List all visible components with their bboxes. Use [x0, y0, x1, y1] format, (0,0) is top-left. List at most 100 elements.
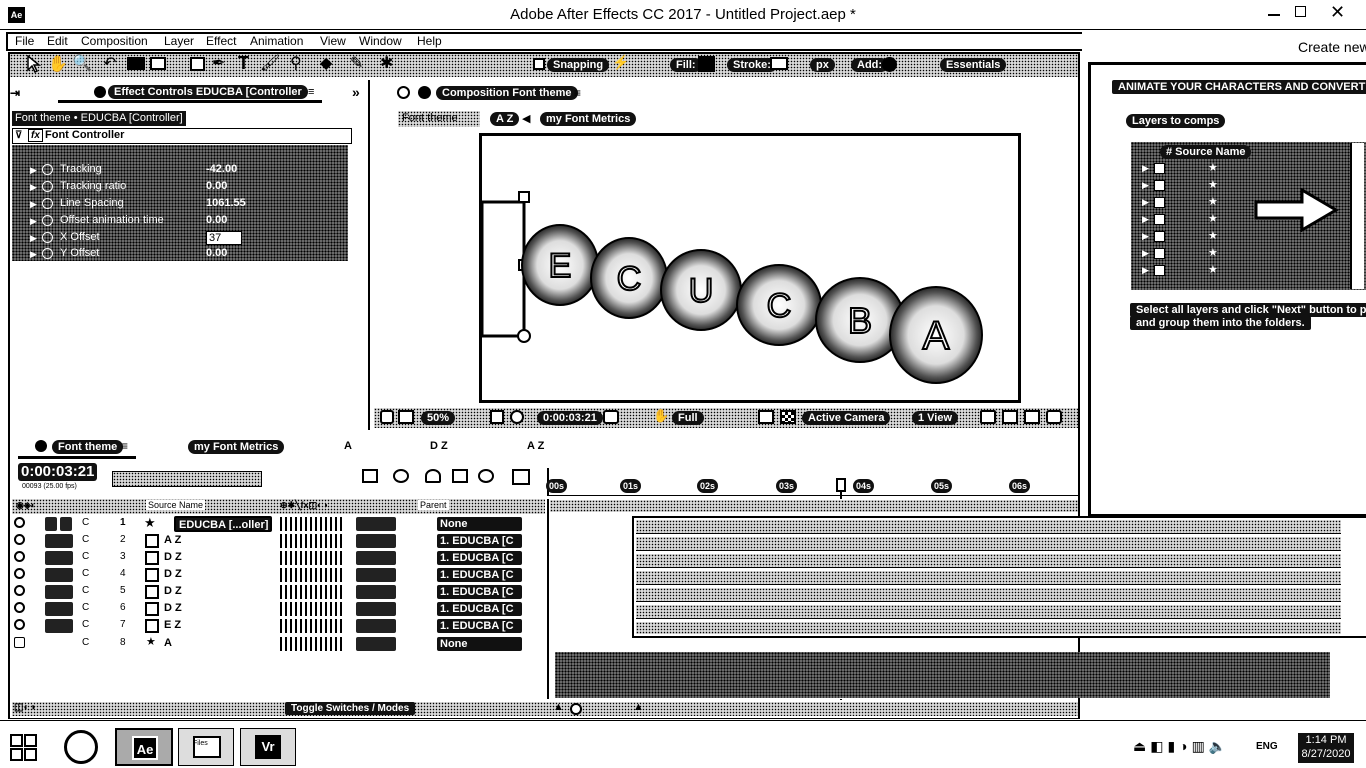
list-checkbox[interactable]	[1154, 214, 1165, 225]
clock[interactable]: 1:14 PM 8/27/2020	[1298, 733, 1354, 763]
list-checkbox[interactable]	[1154, 265, 1165, 276]
effect-controls-tab[interactable]: Effect Controls EDUCBA [Controller ≡	[58, 85, 322, 103]
list-checkbox[interactable]	[1154, 180, 1165, 191]
reset-icon[interactable]: ⊽	[15, 130, 22, 141]
work-area-bar[interactable]	[550, 500, 1078, 512]
puppet-tool-icon[interactable]: ✱	[380, 53, 393, 73]
playhead[interactable]	[836, 478, 846, 492]
expand-arrow-icon[interactable]: ▶	[1142, 248, 1149, 259]
param-row[interactable]: ▶ Line Spacing 1061.55	[14, 197, 344, 212]
table-row[interactable]: C 8 ★ A None	[12, 636, 545, 653]
param-value[interactable]: 0.00	[206, 214, 227, 226]
list-checkbox[interactable]	[1154, 197, 1165, 208]
label-color[interactable]	[45, 551, 73, 565]
monitor-icon[interactable]	[398, 410, 414, 424]
switches-icon[interactable]	[280, 534, 342, 548]
label-color[interactable]	[45, 585, 73, 599]
windows-start-icon[interactable]	[10, 734, 38, 762]
mode-toggle[interactable]	[356, 551, 396, 565]
menu-window[interactable]: Window	[359, 34, 402, 48]
exposure-icon[interactable]	[1046, 410, 1062, 424]
mode-toggle[interactable]	[356, 619, 396, 633]
comp-subtab[interactable]: Font theme	[402, 112, 458, 124]
menu-help[interactable]: Help	[417, 34, 442, 48]
comp-close-icon[interactable]	[397, 86, 410, 99]
tab-menu-icon[interactable]: ≡	[308, 86, 314, 98]
selection-tool-icon[interactable]	[26, 55, 42, 73]
stopwatch-icon[interactable]	[42, 248, 53, 259]
language-indicator[interactable]: ENG	[1256, 741, 1278, 752]
layer-name[interactable]: D Z	[164, 585, 182, 599]
expand-arrow-icon[interactable]: ▶	[30, 216, 37, 227]
expand-arrow-icon[interactable]: ▶	[1142, 180, 1149, 191]
comp-lock-icon[interactable]	[418, 86, 431, 99]
menu-file[interactable]: File	[15, 34, 34, 48]
timeline-toggle-icon[interactable]	[1002, 410, 1018, 424]
lock-toggle[interactable]	[60, 517, 72, 531]
table-row[interactable]: C 2 A Z 1. EDUCBA [C	[12, 533, 545, 550]
eye-icon[interactable]	[14, 534, 25, 545]
param-row[interactable]: ▶ Tracking -42.00	[14, 163, 344, 178]
taskbar-app[interactable]: Vr	[240, 728, 296, 766]
layer-name[interactable]: A Z	[164, 534, 181, 548]
list-item[interactable]: ▶ ★	[1134, 162, 1294, 177]
toggle-switches-modes[interactable]: Toggle Switches / Modes	[285, 702, 416, 715]
timeline-tab[interactable]: Font theme	[52, 440, 124, 454]
layer-bar[interactable]	[636, 588, 1341, 602]
param-row[interactable]: ▶ Y Offset 0.00	[14, 247, 344, 262]
stopwatch-icon[interactable]	[42, 164, 53, 175]
stopwatch-icon[interactable]	[42, 181, 53, 192]
render-toggle-icon[interactable]: ◫◐◑	[14, 702, 36, 713]
region-of-interest-icon[interactable]	[758, 410, 774, 424]
parent-dropdown[interactable]: None	[437, 517, 522, 531]
layer-bar[interactable]	[636, 554, 1341, 568]
lock-icon[interactable]	[94, 86, 106, 98]
list-item[interactable]: ▶ ★	[1134, 230, 1294, 245]
table-row[interactable]: C 4 D Z 1. EDUCBA [C	[12, 567, 545, 584]
timeline-timecode[interactable]: 0:00:03:21	[18, 463, 98, 481]
parent-dropdown[interactable]: None	[437, 637, 522, 651]
motion-blur-icon[interactable]	[478, 469, 494, 483]
label-color[interactable]	[45, 568, 73, 582]
snapping-checkbox[interactable]	[533, 58, 545, 70]
mask-icon[interactable]	[510, 410, 524, 424]
layer-name[interactable]: EDUCBA [...oller]	[174, 516, 272, 532]
list-checkbox[interactable]	[1154, 248, 1165, 259]
comp-timecode[interactable]: 0:00:03:21	[537, 411, 603, 425]
zoom-out-icon[interactable]: ▲	[553, 701, 564, 713]
layer-bar[interactable]	[636, 571, 1341, 585]
mode-toggle[interactable]	[356, 568, 396, 582]
param-value[interactable]: 1061.55	[206, 197, 246, 209]
minimize-button[interactable]	[1268, 14, 1280, 16]
snap-options-icon[interactable]: ⚡	[612, 54, 629, 71]
parent-dropdown[interactable]: 1. EDUCBA [C	[437, 551, 522, 565]
mode-toggle[interactable]	[356, 534, 396, 548]
expand-arrow-icon[interactable]: ▶	[30, 233, 37, 244]
list-checkbox[interactable]	[1154, 231, 1165, 242]
expand-arrow-icon[interactable]: ▶	[30, 249, 37, 260]
fill-swatch[interactable]	[698, 56, 715, 72]
resolution-dropdown[interactable]: Full	[672, 411, 704, 425]
expand-arrow-icon[interactable]: ▶	[30, 182, 37, 193]
parent-dropdown[interactable]: 1. EDUCBA [C	[437, 619, 522, 633]
stopwatch-icon[interactable]	[42, 232, 53, 243]
table-row[interactable]: C 3 D Z 1. EDUCBA [C	[12, 550, 545, 567]
comp-artwork[interactable]: E C U C B A	[476, 130, 1024, 406]
timeline-search-input[interactable]	[112, 471, 262, 487]
layer-bar[interactable]	[555, 652, 1330, 698]
system-tray-icons[interactable]: ⏏◧▮◑▥🔈	[1133, 738, 1230, 755]
panel-collapse-icon[interactable]: »	[352, 84, 360, 100]
snapping-label[interactable]: Snapping	[547, 58, 610, 72]
list-item[interactable]: ▶ ★	[1134, 247, 1294, 262]
column-header-parent[interactable]: Parent	[418, 500, 449, 510]
layer-name[interactable]: E Z	[164, 619, 181, 633]
layer-name[interactable]: D Z	[164, 602, 182, 616]
eye-icon[interactable]	[14, 585, 25, 596]
table-row[interactable]: C 5 D Z 1. EDUCBA [C	[12, 584, 545, 601]
layer-bar[interactable]	[636, 605, 1341, 619]
always-preview-icon[interactable]	[380, 410, 394, 424]
switches-icon[interactable]	[280, 585, 342, 599]
param-value[interactable]: -42.00	[206, 163, 237, 175]
stroke-px-label[interactable]: px	[810, 58, 835, 72]
parent-dropdown[interactable]: 1. EDUCBA [C	[437, 602, 522, 616]
